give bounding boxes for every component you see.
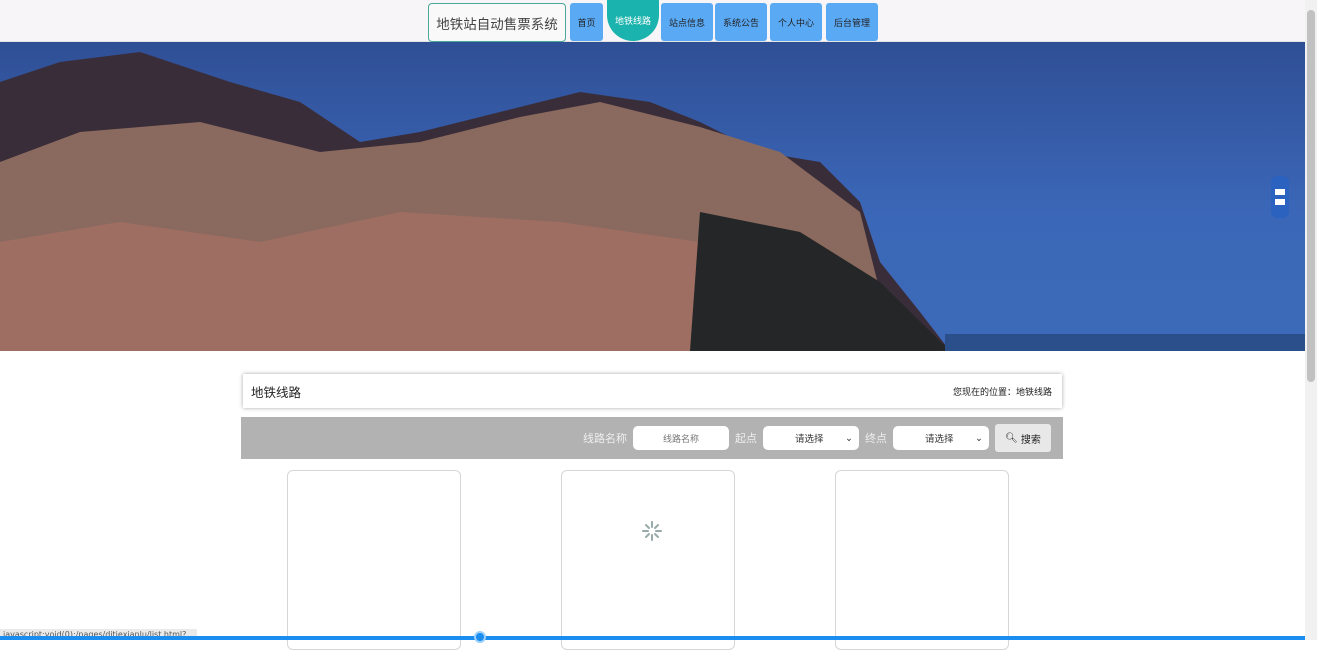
line-name-label: 线路名称 bbox=[583, 432, 627, 445]
line-card[interactable] bbox=[287, 470, 461, 650]
page-title-bar: 地铁线路 您现在的位置：地铁线路 bbox=[243, 374, 1062, 408]
search-bar: 线路名称 线路名称 起点 请选择 ⌄ 终点 请选择 ⌄ 🔍︎ 搜索 bbox=[241, 417, 1063, 459]
nav-subway-lines[interactable]: 地铁线路 bbox=[607, 0, 659, 41]
breadcrumb: 您现在的位置：地铁线路 bbox=[952, 387, 1052, 398]
banner-image bbox=[0, 52, 1305, 351]
scrollbar-thumb[interactable] bbox=[1307, 10, 1315, 382]
loading-progress-bar bbox=[0, 636, 1305, 640]
search-button-label: 搜索 bbox=[1020, 434, 1041, 446]
scrollbar[interactable] bbox=[1305, 0, 1317, 640]
search-button[interactable]: 🔍︎ 搜索 bbox=[995, 424, 1051, 452]
page-title: 地铁线路 bbox=[251, 384, 302, 400]
nav-station-info[interactable]: 站点信息 bbox=[661, 3, 713, 41]
nav-admin[interactable]: 后台管理 bbox=[826, 3, 878, 41]
nav-announcements[interactable]: 系统公告 bbox=[715, 3, 767, 41]
nav-home[interactable]: 首页 bbox=[570, 3, 603, 41]
start-select-value: 请选择 bbox=[795, 434, 824, 445]
end-label: 终点 bbox=[865, 432, 887, 445]
end-select-value: 请选择 bbox=[925, 434, 954, 445]
nav-personal-center[interactable]: 个人中心 bbox=[770, 3, 822, 41]
top-navbar: 地铁站自动售票系统 首页 地铁线路 站点信息 系统公告 个人中心 后台管理 bbox=[0, 0, 1305, 42]
hero-banner bbox=[0, 42, 1305, 351]
chevron-down-icon: ⌄ bbox=[975, 432, 983, 444]
site-brand[interactable]: 地铁站自动售票系统 bbox=[428, 3, 566, 42]
line-card[interactable] bbox=[835, 470, 1009, 650]
start-label: 起点 bbox=[735, 432, 757, 445]
search-icon: 🔍︎ bbox=[1005, 432, 1018, 444]
loading-spinner-icon bbox=[642, 521, 662, 541]
end-select[interactable]: 请选择 ⌄ bbox=[893, 426, 989, 450]
line-name-input[interactable]: 线路名称 bbox=[633, 426, 729, 450]
start-select[interactable]: 请选择 ⌄ bbox=[763, 426, 859, 450]
side-float-button[interactable] bbox=[1271, 176, 1289, 218]
progress-indicator bbox=[474, 631, 486, 643]
chevron-down-icon: ⌄ bbox=[845, 432, 853, 444]
line-card[interactable] bbox=[561, 470, 735, 650]
